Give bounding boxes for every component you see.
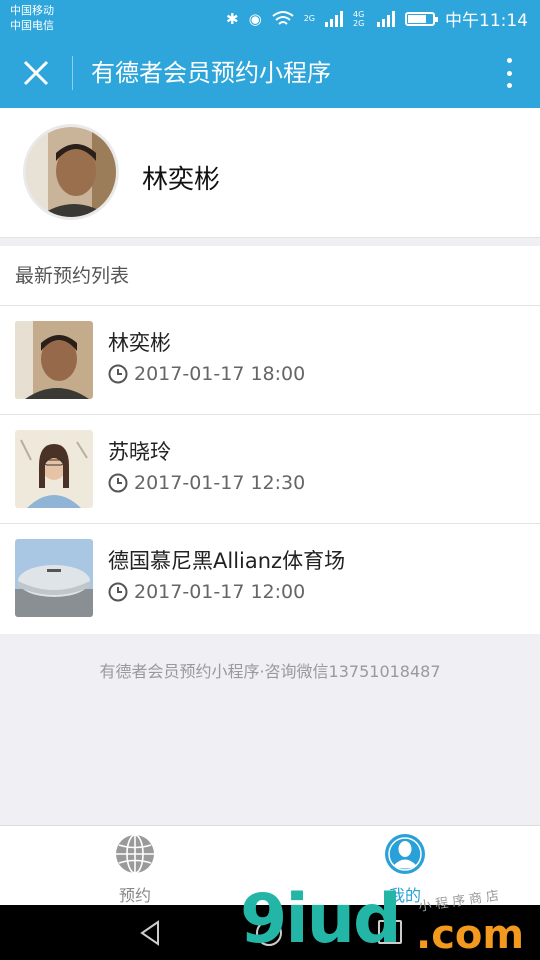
carrier-info: 中国移动 中国电信 <box>10 3 54 33</box>
footer-info: 有德者会员预约小程序·咨询微信13751018487 <box>99 662 441 681</box>
status-icons: ✱ ◉ 2G 4G 2G 中午11:14 <box>226 6 528 32</box>
item-time: 2017-01-17 18:00 <box>108 363 305 385</box>
nav-divider <box>72 56 73 90</box>
carrier-2: 中国电信 <box>10 19 54 32</box>
list-item[interactable]: 德国慕尼黑Allianz体育场 2017-01-17 12:00 <box>0 524 540 633</box>
item-time-text: 2017-01-17 12:00 <box>134 581 306 603</box>
list-item[interactable]: 林奕彬 2017-01-17 18:00 <box>0 306 540 415</box>
signal-icon-2 <box>377 10 395 27</box>
tab-label: 预约 <box>118 886 151 905</box>
clock-icon <box>108 582 128 602</box>
avatar <box>23 124 119 220</box>
more-menu-icon[interactable] <box>504 56 514 90</box>
clock-icon <box>108 364 128 384</box>
page-title: 有德者会员预约小程序 <box>91 59 331 87</box>
eye-icon: ◉ <box>248 9 262 28</box>
wifi-icon <box>272 10 294 25</box>
watermark-suffix: .com <box>416 912 525 958</box>
clock: 中午11:14 <box>445 11 528 31</box>
avatar <box>15 321 93 399</box>
back-icon[interactable] <box>138 919 162 947</box>
status-bar: 中国移动 中国电信 ✱ ◉ 2G 4G 2G 中午11:14 <box>0 0 540 38</box>
item-name: 林奕彬 <box>108 331 171 355</box>
close-icon[interactable] <box>18 57 54 89</box>
watermark-brand: 9iud <box>240 880 402 959</box>
section-title: 最新预约列表 <box>0 246 540 306</box>
globe-icon <box>116 834 154 874</box>
avatar <box>15 430 93 508</box>
item-time-text: 2017-01-17 18:00 <box>134 363 306 385</box>
signal-icon-1 <box>325 10 343 27</box>
profile-name: 林奕彬 <box>142 165 221 195</box>
profile-header: 林奕彬 <box>0 108 540 238</box>
item-time: 2017-01-17 12:00 <box>108 581 305 603</box>
item-name: 德国慕尼黑Allianz体育场 <box>108 549 346 573</box>
nav-bar: 有德者会员预约小程序 <box>0 38 540 108</box>
network-type-2: 4G 2G <box>353 9 365 28</box>
item-name: 苏晓玲 <box>108 440 171 464</box>
battery-icon <box>405 11 438 26</box>
clock-icon <box>108 473 128 493</box>
list-item[interactable]: 苏晓玲 2017-01-17 12:30 <box>0 415 540 524</box>
carrier-1: 中国移动 <box>10 4 54 17</box>
watermark-logo: 9iud .com 小程序商店 <box>240 880 540 960</box>
bluetooth-icon: ✱ <box>226 9 239 28</box>
network-type-1: 2G <box>303 14 315 23</box>
stadium-thumbnail <box>15 539 93 617</box>
item-time-text: 2017-01-17 12:30 <box>134 472 306 494</box>
user-icon <box>385 834 425 874</box>
booking-list: 最新预约列表 林奕彬 2017-01-17 18:00 苏晓玲 2017-01-… <box>0 246 540 634</box>
tab-booking[interactable]: 预约 <box>75 833 195 906</box>
item-time: 2017-01-17 12:30 <box>108 472 305 494</box>
